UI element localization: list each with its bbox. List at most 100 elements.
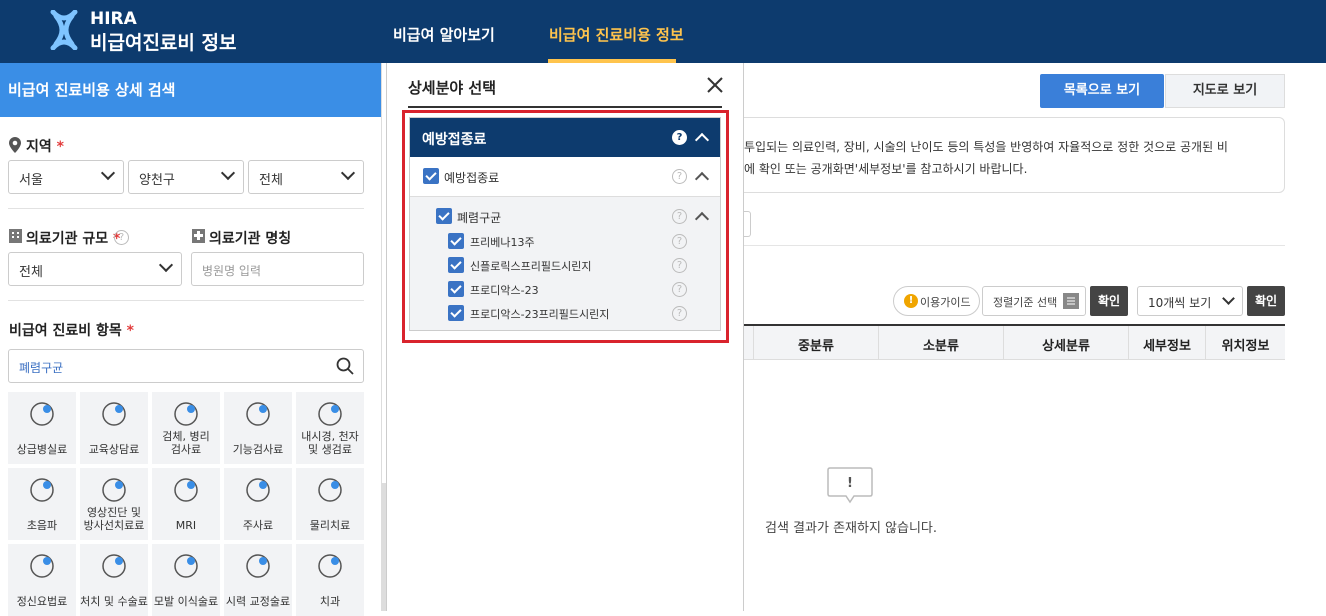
region-district-value: 양천구 (139, 173, 175, 188)
region-district-select[interactable]: 양천구 (128, 160, 244, 194)
region-dong-select[interactable]: 전체 (248, 160, 364, 194)
results-table-header: 중분류 소분류 상세분류 세부정보 위치정보 (744, 324, 1285, 360)
sidebar-title: 비급여 진료비용 상세 검색 (0, 63, 381, 117)
vaccine-item-label[interactable]: 신플로릭스프리필드시린지 (470, 258, 591, 274)
help-icon[interactable]: ? (672, 234, 687, 249)
chevron-up-icon[interactable] (694, 132, 710, 148)
filter-fragment[interactable] (744, 211, 751, 237)
category-item[interactable]: 치과 (296, 544, 364, 616)
category-item[interactable]: 교육상담료 (80, 392, 148, 464)
hair-transplant-icon (174, 554, 198, 578)
checkbox-level2[interactable] (436, 208, 452, 224)
category-label: 정신요법료 (16, 595, 68, 608)
scale-value: 전체 (19, 265, 43, 280)
syringe-icon (246, 478, 270, 502)
category-label: 주사료 (242, 519, 274, 532)
category-label: MRI (175, 519, 197, 532)
nav-about-noncovered[interactable]: 비급여 알아보기 (393, 24, 495, 45)
help-icon[interactable]: ? (672, 169, 687, 184)
vaccine-item-label[interactable]: 프로디악스-23프리필드시린지 (470, 306, 609, 322)
view-map-button[interactable]: 지도로 보기 (1165, 74, 1285, 108)
category-item[interactable]: 물리치료 (296, 468, 364, 540)
help-icon[interactable]: ? (672, 258, 687, 273)
category-label: 모발 이식술료 (153, 595, 219, 608)
category-item[interactable]: 모발 이식술료 (152, 544, 220, 616)
category-item[interactable]: 처치 및 수술료 (80, 544, 148, 616)
view-list-button[interactable]: 목록으로 보기 (1040, 74, 1164, 108)
psychotherapy-icon (30, 554, 54, 578)
col-sub-category: 소분류 (923, 339, 959, 354)
usage-guide-button[interactable]: ! 이용가이드 (893, 286, 980, 316)
chevron-up-icon[interactable] (694, 171, 710, 187)
level1-label[interactable]: 예방접종료 (444, 169, 499, 186)
hospital-name-input[interactable]: 병원명 입력 (191, 252, 364, 286)
mri-icon (174, 478, 198, 502)
help-icon[interactable]: ? (672, 282, 687, 297)
nav-noncovered-fees[interactable]: 비급여 진료비용 정보 (549, 24, 684, 45)
category-label: 물리치료 (309, 519, 351, 532)
region-dong-value: 전체 (259, 173, 283, 188)
chevron-up-icon[interactable] (694, 211, 710, 227)
help-icon[interactable]: ? (672, 130, 687, 145)
checkbox-vaccine-item[interactable] (448, 233, 464, 249)
checkbox-vaccine-item[interactable] (448, 257, 464, 273)
vaccine-item-label[interactable]: 프로디악스-23 (470, 282, 539, 298)
category-item[interactable]: 정신요법료 (8, 544, 76, 616)
category-item[interactable]: 영상진단 및 방사선치료료 (80, 468, 148, 540)
category-item[interactable]: 시력 교정술료 (224, 544, 292, 616)
radiology-icon (102, 478, 126, 502)
search-icon[interactable] (336, 357, 354, 375)
vaccine-item-label[interactable]: 프리베나13주 (470, 234, 535, 250)
category-label: 상급병실료 (16, 443, 68, 456)
notice-line-2: 에 확인 또는 공개화면'세부정보'를 참고하시기 바랍니다. (744, 162, 1028, 176)
category-item[interactable]: 기능검사료 (224, 392, 292, 464)
category-label: 시력 교정술료 (225, 595, 291, 608)
category-item[interactable]: 검체, 병리 검사료 (152, 392, 220, 464)
checkbox-vaccine-item[interactable] (448, 281, 464, 297)
divider (744, 245, 1285, 246)
help-icon[interactable]: ? (672, 209, 687, 224)
category-item[interactable]: 초음파 (8, 468, 76, 540)
modal-title-underline (408, 106, 722, 108)
col-detail-category: 상세분류 (1042, 339, 1090, 354)
usage-guide-label: 이용가이드 (920, 296, 971, 309)
sort-label: 정렬기준 선택 (993, 296, 1058, 309)
microscope-icon (174, 402, 198, 426)
modal-title: 상세분야 선택 (408, 79, 497, 97)
function-test-icon (246, 402, 270, 426)
help-icon[interactable]: ? (672, 306, 687, 321)
eye-icon (246, 554, 270, 578)
region-city-select[interactable]: 서울 (8, 160, 124, 194)
page-size-confirm-button[interactable]: 확인 (1247, 286, 1285, 316)
category-label: 처치 및 수술료 (80, 595, 148, 608)
physiotherapy-icon (318, 478, 342, 502)
item-search-input[interactable]: 폐렴구균 (8, 349, 364, 383)
logo-text-title[interactable]: 비급여진료비 정보 (90, 28, 236, 55)
items-label-text: 비급여 진료비 항목 (9, 323, 122, 339)
col-mid-category: 중분류 (798, 339, 834, 354)
svg-text:!: ! (847, 476, 853, 491)
category-item[interactable]: MRI (152, 468, 220, 540)
category-label: 기능검사료 (232, 443, 284, 456)
items-label: 비급여 진료비 항목 * (9, 320, 134, 340)
chevron-down-icon (340, 165, 356, 181)
category-item[interactable]: 상급병실료 (8, 392, 76, 464)
hospital-icon (192, 229, 205, 243)
close-icon[interactable] (705, 75, 725, 95)
page-size-select[interactable]: 10개씩 보기 (1137, 286, 1243, 316)
sort-confirm-button[interactable]: 확인 (1090, 286, 1128, 316)
empty-result-icon: ! (827, 467, 873, 504)
col-location-info: 위치정보 (1221, 339, 1270, 354)
scale-help-icon[interactable]: ? (114, 230, 129, 245)
level2-label[interactable]: 폐렴구균 (457, 209, 501, 226)
checkbox-level1[interactable] (423, 168, 439, 184)
chevron-down-icon (1222, 292, 1235, 305)
category-item[interactable]: 주사료 (224, 468, 292, 540)
panel-header[interactable]: 예방접종료 ? (410, 118, 720, 157)
sort-select[interactable]: 정렬기준 선택 (982, 286, 1086, 316)
checkbox-vaccine-item[interactable] (448, 305, 464, 321)
category-item[interactable]: 내시경, 천자 및 생검료 (296, 392, 364, 464)
scale-select[interactable]: 전체 (8, 252, 182, 286)
scale-label: 의료기관 규모 * (26, 228, 120, 248)
chevron-down-icon (158, 257, 174, 273)
